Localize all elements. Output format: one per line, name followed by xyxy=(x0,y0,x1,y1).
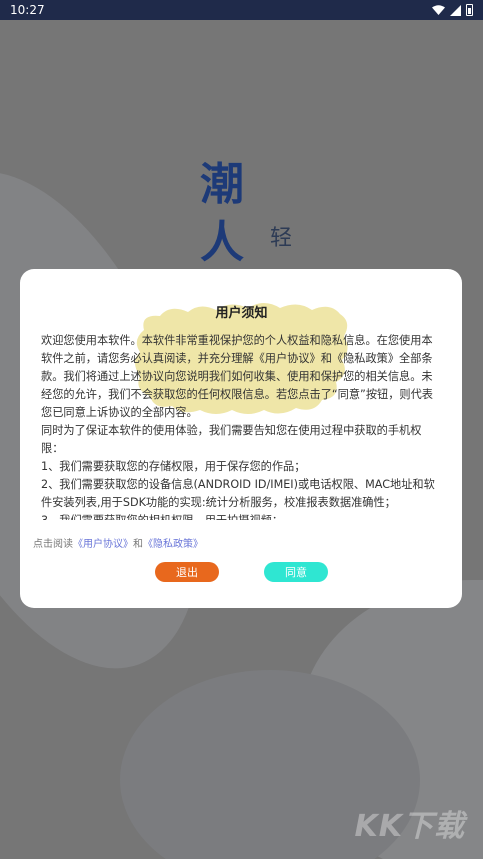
status-icons xyxy=(432,4,473,16)
signal-icon xyxy=(450,4,461,16)
wifi-icon xyxy=(432,5,445,15)
agree-button[interactable]: 同意 xyxy=(264,562,328,582)
brand-char-3: 轻 xyxy=(270,226,293,251)
dialog-title: 用户须知 xyxy=(215,306,268,321)
status-bar: 10:27 xyxy=(0,0,483,20)
agreement-line: 点击阅读《用户协议》和《隐私政策》 xyxy=(33,535,203,550)
brand-char-2: 人 xyxy=(200,217,244,268)
body-paragraph: 1、我们需要获取您的存储权限，用于保存您的作品； xyxy=(41,460,306,473)
body-paragraph: 2、我们需要获取您的设备信息(ANDROID ID/IMEI)或电话权限、MAC… xyxy=(41,478,435,509)
brand-char-1: 潮 xyxy=(200,159,244,210)
body-paragraph: 同时为了保证本软件的使用体验，我们需要告知您在使用过程中获取的手机权限： xyxy=(41,424,422,455)
status-time: 10:27 xyxy=(10,3,45,17)
body-paragraph: 欢迎您使用本软件。本软件非常重视保护您的个人权益和隐私信息。在您使用本软件之前，… xyxy=(41,334,433,419)
user-agreement-link[interactable]: 《用户协议》 xyxy=(73,539,133,550)
battery-icon xyxy=(466,4,473,16)
exit-button[interactable]: 退出 xyxy=(155,562,219,582)
watermark: KK下载 xyxy=(354,809,465,844)
privacy-policy-link[interactable]: 《隐私政策》 xyxy=(143,539,203,550)
agreement-and: 和 xyxy=(133,539,143,550)
dialog-body-text[interactable]: 欢迎您使用本软件。本软件非常重视保护您的个人权益和隐私信息。在您使用本软件之前，… xyxy=(41,332,443,520)
body-paragraph: 3、我们需要获取您的相机权限，用于拍摄视频； xyxy=(41,512,443,520)
agreement-prefix: 点击阅读 xyxy=(33,539,73,550)
